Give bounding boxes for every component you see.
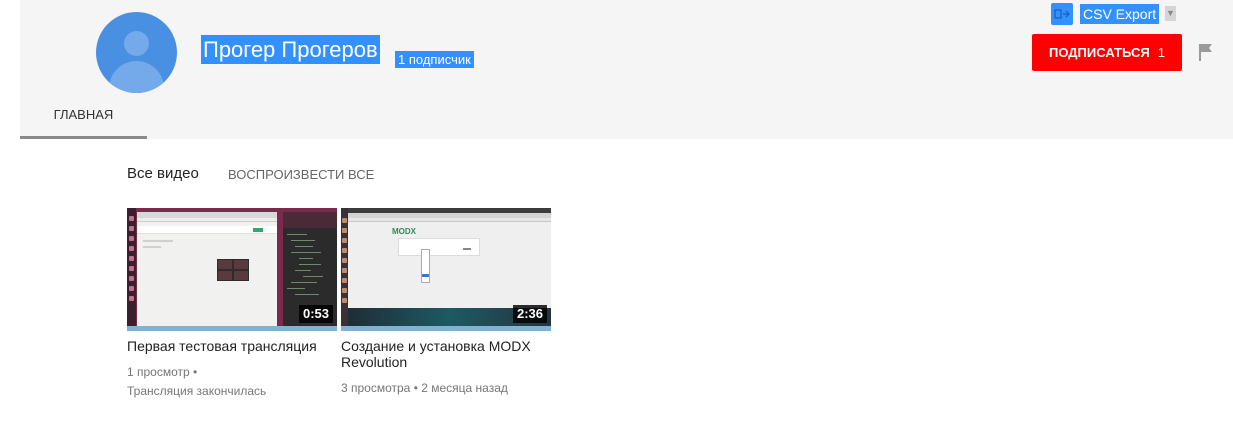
thumbnail-embedded-video	[217, 259, 249, 281]
channel-page: Прогер Прогеров 1 подписчик CSV Export ▼…	[0, 0, 1233, 427]
thumbnail-launcher-bar	[127, 208, 136, 331]
chevron-down-icon[interactable]: ▼	[1165, 6, 1176, 21]
thumbnail-modx-logo: MODX	[392, 227, 416, 236]
video-status: Трансляция закончилась	[127, 384, 267, 398]
watched-progress-bar	[341, 326, 551, 331]
thumbnail-select-list	[421, 249, 430, 283]
subscribe-label: ПОДПИСАТЬСЯ	[1049, 45, 1150, 60]
video-duration: 0:53	[298, 305, 333, 323]
channel-avatar[interactable]	[96, 12, 177, 93]
video-title[interactable]: Первая тестовая трансляция	[127, 338, 337, 354]
thumbnail-launcher-bar	[341, 208, 348, 331]
video-meta: 3 просмотра • 2 месяца назад	[341, 381, 508, 395]
section-title[interactable]: Все видео	[127, 165, 199, 183]
video-title[interactable]: Создание и установка MODX Revolution	[341, 338, 551, 370]
play-all-button[interactable]: ВОСПРОИЗВЕСТИ ВСЕ	[228, 166, 374, 183]
flag-icon[interactable]	[1198, 43, 1214, 61]
channel-title[interactable]: Прогер Прогеров	[201, 35, 380, 64]
video-thumbnail[interactable]: MODX 2:36	[341, 208, 551, 331]
watched-progress-bar	[127, 326, 337, 331]
video-card[interactable]: 0:53 Первая тестовая трансляция 1 просмо…	[127, 208, 337, 401]
video-views: 1 просмотр	[127, 365, 190, 379]
video-card[interactable]: MODX 2:36 Создание и установка MODX Revo…	[341, 208, 551, 398]
avatar-body-shape	[109, 61, 164, 93]
subscribe-button[interactable]: ПОДПИСАТЬСЯ 1	[1032, 34, 1182, 71]
video-meta: 1 просмотр • Трансляция закончилась	[127, 363, 337, 401]
channel-header: Прогер Прогеров 1 подписчик CSV Export ▼…	[20, 0, 1233, 139]
video-duration: 2:36	[512, 305, 547, 323]
tab-home[interactable]: ГЛАВНАЯ	[20, 94, 147, 139]
csv-export-icon[interactable]	[1051, 3, 1073, 25]
csv-export-label[interactable]: CSV Export	[1080, 4, 1160, 24]
thumbnail-browser-window	[137, 212, 277, 327]
thumbnail-browser-window: MODX	[348, 213, 551, 308]
video-age: 2 месяца назад	[421, 381, 508, 395]
subscriber-count: 1 подписчик	[395, 51, 474, 68]
thumbnail-dialog	[398, 238, 480, 256]
subscribe-count: 1	[1157, 45, 1165, 60]
avatar-head-shape	[124, 31, 149, 56]
video-views: 3 просмотра	[341, 381, 411, 395]
video-thumbnail[interactable]: 0:53	[127, 208, 337, 331]
